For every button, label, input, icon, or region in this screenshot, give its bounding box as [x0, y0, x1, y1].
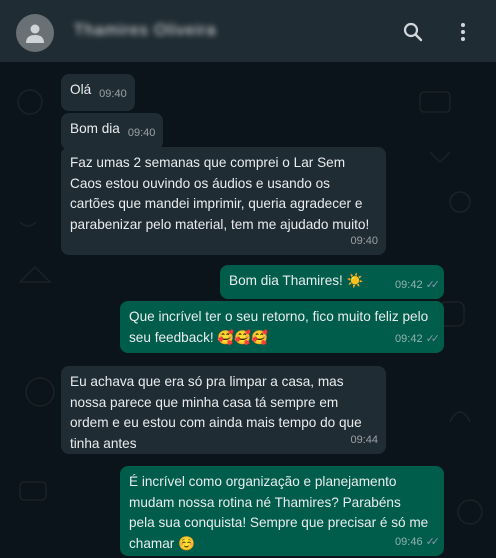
- message-text: É incrível como organização e planejamen…: [129, 474, 429, 551]
- message-time: 09:42 ✓✓: [395, 275, 441, 296]
- message-text: Faz umas 2 semanas que comprei o Lar Sem…: [70, 155, 370, 232]
- message-time: 09:42 ✓✓: [395, 329, 441, 350]
- message-outgoing[interactable]: Que incrível ter o seu retorno, fico mui…: [120, 301, 444, 353]
- message-time: 09:40: [350, 234, 378, 247]
- message-text: Que incrível ter o seu retorno, fico mui…: [129, 309, 429, 345]
- message-outgoing[interactable]: Bom dia Thamires! ☀️ 09:42 ✓✓: [220, 265, 444, 299]
- message-time: 09:40: [127, 127, 156, 139]
- avatar-icon: [26, 24, 44, 43]
- search-button[interactable]: [401, 20, 425, 44]
- message-incoming[interactable]: Eu achava que era só pra limpar a casa, …: [61, 366, 386, 454]
- menu-button[interactable]: [451, 20, 475, 44]
- message-text: Bom dia 09:40: [70, 119, 155, 144]
- message-incoming[interactable]: Bom dia 09:40: [61, 113, 164, 150]
- message-text: Olá 09:40: [70, 80, 127, 105]
- message-incoming[interactable]: Faz umas 2 semanas que comprei o Lar Sem…: [61, 147, 386, 255]
- chat-header: Thamires Oliveira: [0, 0, 496, 62]
- search-icon: [403, 22, 423, 42]
- message-text: Eu achava que era só pra limpar a casa, …: [70, 374, 362, 451]
- double-check-icon: ✓✓: [425, 278, 441, 291]
- double-check-icon: ✓✓: [425, 535, 441, 548]
- message-outgoing[interactable]: É incrível como organização e planejamen…: [120, 466, 444, 556]
- message-time: 09:46 ✓✓: [395, 532, 441, 553]
- double-check-icon: ✓✓: [425, 332, 441, 345]
- message-time: 09:44: [350, 433, 378, 446]
- chat-area: Olá 09:40 Bom dia 09:40 Faz umas 2 semanas…: [0, 62, 496, 558]
- menu-icon: [461, 23, 465, 41]
- message-time: 09:40: [99, 88, 127, 100]
- contact-name[interactable]: Thamires Oliveira: [74, 22, 216, 40]
- avatar[interactable]: [16, 14, 54, 52]
- message-incoming[interactable]: Olá 09:40: [61, 74, 135, 111]
